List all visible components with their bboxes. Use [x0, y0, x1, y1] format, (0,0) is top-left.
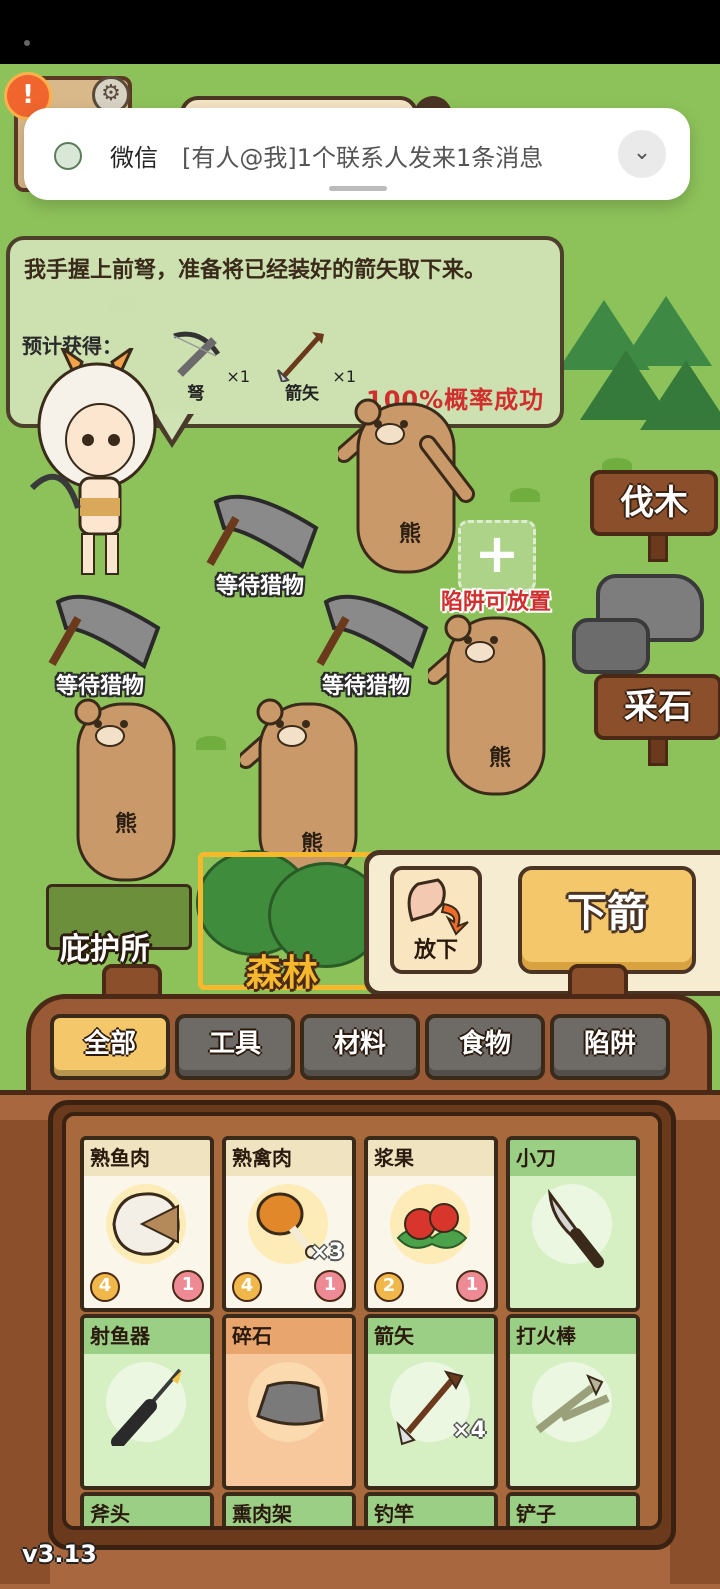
tab-traps[interactable]: 陷阱 [550, 1014, 670, 1080]
item-body: 2 1 [368, 1176, 494, 1308]
item-name: 钓竿 [368, 1496, 494, 1526]
tab-materials[interactable]: 材料 [300, 1014, 420, 1080]
item-body [226, 1354, 352, 1486]
item-level: 4 [232, 1272, 262, 1302]
item-name: 箭矢 [368, 1318, 494, 1354]
spear-gun-icon [111, 1368, 182, 1446]
trap-status: 等待猎物 [215, 574, 304, 599]
inventory-item-arrow[interactable]: 箭矢 ×4 [364, 1314, 498, 1490]
inventory-grid: 熟鱼肉 4 1 熟禽肉 ×3 4 1 浆果 2 1 小刀 射鱼器 碎石 箭矢 ×… [62, 1112, 662, 1530]
put-down-button[interactable]: 放下 [390, 866, 482, 974]
inventory-item-fishing-rod[interactable]: 钓竿 [364, 1492, 498, 1526]
item-count-badge: 1 [456, 1270, 488, 1302]
bear-enemy[interactable] [338, 384, 478, 578]
inventory-item-shovel[interactable]: 铲子 [506, 1492, 640, 1526]
item-count-badge: 1 [172, 1270, 204, 1302]
inventory-item-axe[interactable]: 斧头 [80, 1492, 214, 1526]
reward-name: 弩 [187, 384, 205, 404]
grass-tuft [196, 736, 226, 750]
item-body: 4 1 [84, 1176, 210, 1308]
item-name: 铲子 [510, 1496, 636, 1526]
trap-slot-add-button[interactable]: + [458, 520, 536, 592]
wechat-icon [54, 142, 82, 170]
berries-icon [396, 1203, 468, 1249]
item-body: ×3 4 1 [226, 1176, 352, 1308]
backpack-side [670, 1120, 720, 1584]
wechat-notification[interactable]: 微信 [有人@我]1个联系人发来1条消息 ⌄ [24, 108, 690, 200]
inventory-item-smoke-rack[interactable]: 熏肉架 [222, 1492, 356, 1526]
inventory-item-fire-stick[interactable]: 打火棒 [506, 1314, 640, 1490]
item-body [510, 1354, 636, 1486]
fire-stick-icon [535, 1374, 610, 1434]
player-character[interactable] [22, 348, 172, 580]
item-quantity: ×3 [310, 1240, 344, 1265]
item-name: 熏肉架 [226, 1496, 352, 1526]
tab-tools[interactable]: 工具 [175, 1014, 295, 1080]
backpack-side [0, 1120, 50, 1584]
stone-pile[interactable] [572, 618, 650, 674]
bear-enemy[interactable] [58, 690, 198, 886]
status-bar [0, 0, 720, 64]
item-count-badge: 1 [314, 1270, 346, 1302]
inventory-item-berries[interactable]: 浆果 2 1 [364, 1136, 498, 1312]
reward-name: 箭矢 [285, 384, 319, 404]
item-name: 碎石 [226, 1318, 352, 1354]
tab-food[interactable]: 食物 [425, 1014, 545, 1080]
version-label: v3.13 [22, 1540, 97, 1568]
take-arrow-button[interactable]: 下箭 [518, 866, 696, 974]
tree [640, 360, 720, 430]
bear-label: 熊 [398, 522, 421, 547]
knife-icon [548, 1188, 604, 1268]
dialog-text: 我手握上前弩，准备将已经装好的箭矢取下来。 [24, 258, 487, 283]
chevron-down-icon[interactable]: ⌄ [618, 130, 666, 178]
notification-drag-handle[interactable] [329, 186, 387, 191]
take-arrow-label: 下箭 [567, 890, 647, 936]
item-name: 射鱼器 [84, 1318, 210, 1354]
item-body: ×4 [368, 1354, 494, 1486]
inventory-item-fish-gun[interactable]: 射鱼器 [80, 1314, 214, 1490]
forest-label[interactable]: 森林 [246, 944, 318, 996]
inventory-item-cooked-fish[interactable]: 熟鱼肉 4 1 [80, 1136, 214, 1312]
grass-tuft [510, 488, 540, 502]
quarry-stone-sign[interactable]: 采石 [594, 674, 720, 740]
inventory-item-gravel[interactable]: 碎石 [222, 1314, 356, 1490]
stone-trap-icon[interactable] [206, 488, 326, 572]
item-level: 4 [90, 1272, 120, 1302]
reward-qty: ×1 [226, 367, 250, 386]
item-name: 浆果 [368, 1140, 494, 1176]
trap-status: 等待猎物 [321, 674, 410, 699]
inventory-item-knife[interactable]: 小刀 [506, 1136, 640, 1312]
trap-slot-label: 陷阱可放置 [440, 590, 551, 615]
item-name: 熟鱼肉 [84, 1140, 210, 1176]
arrow-icon [277, 332, 324, 384]
crossbow-icon [173, 331, 221, 377]
item-name: 打火棒 [510, 1318, 636, 1354]
item-body [510, 1176, 636, 1308]
tab-all[interactable]: 全部 [50, 1014, 170, 1080]
fish-steak-icon [112, 1192, 180, 1256]
put-down-label: 放下 [413, 938, 458, 963]
notification-message: [有人@我]1个联系人发来1条消息 [182, 144, 544, 172]
bear-label: 熊 [114, 812, 137, 837]
stone-trap-icon[interactable] [48, 588, 168, 672]
inventory-item-cooked-poultry[interactable]: 熟禽肉 ×3 4 1 [222, 1136, 356, 1312]
item-name: 小刀 [510, 1140, 636, 1176]
item-name: 斧头 [84, 1496, 210, 1526]
item-quantity: ×4 [452, 1418, 486, 1443]
status-dot [24, 40, 30, 46]
rock-icon [256, 1381, 324, 1426]
trap-status: 等待猎物 [55, 674, 144, 699]
item-level: 2 [374, 1272, 404, 1302]
hand-drop-icon [407, 878, 469, 936]
item-name: 熟禽肉 [226, 1140, 352, 1176]
notification-app-name: 微信 [110, 144, 158, 172]
reward-crossbow: 弩 ×1 [166, 326, 256, 404]
item-body [84, 1354, 210, 1486]
chop-wood-sign[interactable]: 伐木 [590, 470, 718, 536]
shelter-label[interactable]: 庇护所 [60, 924, 150, 968]
bear-label: 熊 [488, 746, 511, 771]
